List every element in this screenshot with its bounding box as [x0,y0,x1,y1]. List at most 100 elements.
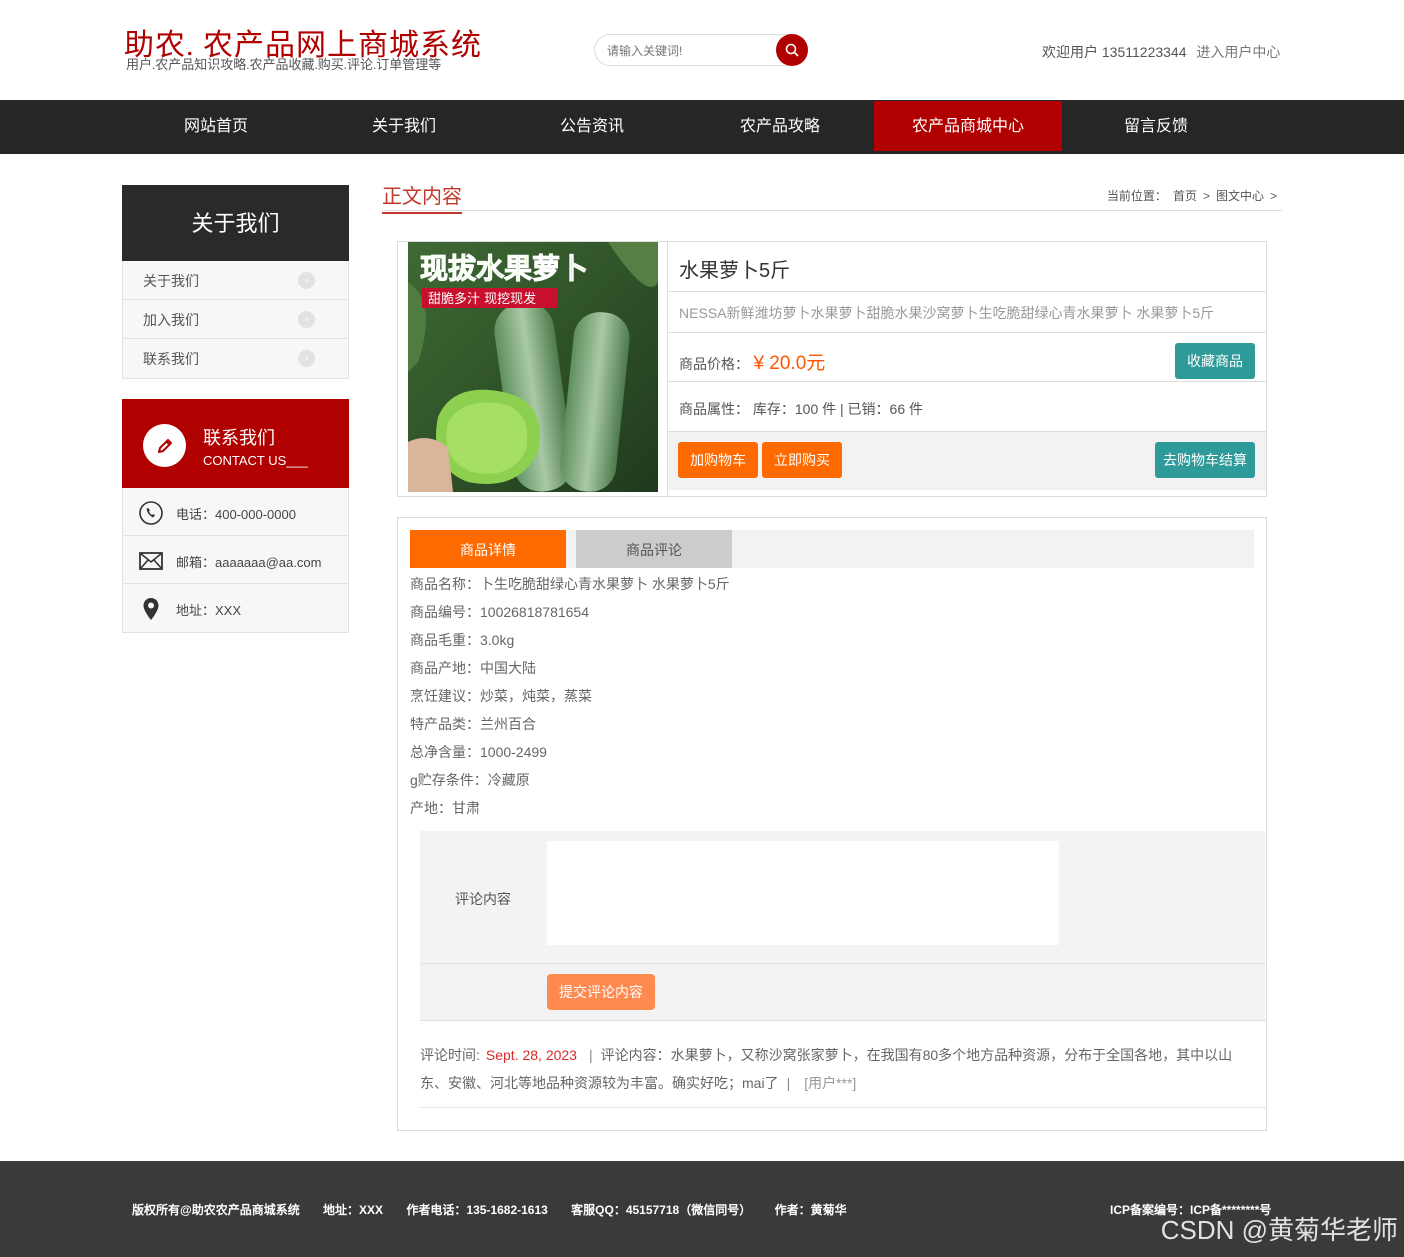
site-header: 助农. 农产品网上商城系统 用户.农产品知识攻略.农产品收藏.购买.评论.订单管… [0,0,1404,100]
attr-value: 库存：100 件 | 已销：66 件 [752,401,924,417]
product-price-row: 商品价格： ¥ 20.0元 收藏商品 [668,333,1266,382]
comment-divider [420,1107,1265,1108]
section-title: 正文内容 [382,180,462,214]
product-detail-panel: 商品详情 商品评论 商品名称：卜生吃脆甜绿心青水果萝卜 水果萝卜5斤 商品编号：… [397,517,1267,1131]
attr-label: 商品属性： [679,401,749,417]
buy-now-button[interactable]: 立即购买 [762,442,842,478]
search-box [594,34,808,66]
detail-item: 商品编号：10026818781654 [410,604,590,620]
contact-phone-text: 电话：400-000-0000 [176,507,296,522]
tab-bar: 商品详情 商品评论 [410,530,1254,568]
product-image-banner: 现拔水果萝卜 [420,252,588,285]
breadcrumb-prefix: 当前位置： [1106,189,1167,203]
product-attributes: 商品属性： 库存：100 件 | 已销：66 件 [668,382,1266,432]
mail-icon [138,549,164,573]
chevron-right-icon: › [298,311,315,328]
comment-date: Sept. 28, 2023 [485,1047,577,1063]
detail-list: 商品名称：卜生吃脆甜绿心青水果萝卜 水果萝卜5斤 商品编号：1002681878… [410,570,730,822]
detail-item: 商品产地：中国大陆 [410,660,536,676]
add-to-cart-button[interactable]: 加购物车 [678,442,758,478]
sidebar-item-label: 加入我们 [143,312,199,328]
product-name: 水果萝卜5斤 [668,242,1266,292]
chevron-right-icon: › [298,350,315,367]
nav-item-guides[interactable]: 农产品攻略 [686,100,874,154]
contact-email-text: 邮箱：aaaaaaa@aa.com [176,555,322,570]
product-image[interactable]: 现拔水果萝卜 甜脆多汁 现挖现发 [408,242,658,492]
search-input[interactable] [607,41,767,61]
nav-item-home[interactable]: 网站首页 [122,100,310,154]
main-nav: 网站首页 关于我们 公告资讯 农产品攻略 农产品商城中心 留言反馈 [0,100,1404,154]
site-footer: 版权所有@助农农产品商城系统 地址：XXX 作者电话：135-1682-1613… [0,1161,1404,1257]
detail-item: 商品毛重：3.0kg [410,632,515,648]
welcome-text: 欢迎用户 13511223344 [1042,44,1187,60]
detail-item: 总净含量：1000-2499 [410,744,547,760]
sidebar-title: 关于我们 [122,185,349,261]
tab-details[interactable]: 商品详情 [410,530,566,568]
detail-item: g贮存条件：冷藏原 [410,772,530,788]
breadcrumb-news[interactable]: 图文中心 [1216,189,1264,203]
detail-item: 烹饪建议：炒菜，炖菜，蒸菜 [410,688,592,704]
comment-textarea[interactable] [547,841,1059,945]
contact-list: 电话：400-000-0000 邮箱：aaaaaaa@aa.com 地址：XXX [122,488,349,633]
product-summary: 现拔水果萝卜 甜脆多汁 现挖现发 水果萝卜5斤 NESSA新鲜潍坊萝卜水果萝卜甜… [397,241,1267,497]
form-divider [420,1020,1265,1021]
product-price: ¥ 20.0元 [753,353,826,374]
nav-item-mall[interactable]: 农产品商城中心 [874,101,1062,151]
favorite-button[interactable]: 收藏商品 [1175,343,1255,379]
product-info: 水果萝卜5斤 NESSA新鲜潍坊萝卜水果萝卜甜脆水果沙窝萝卜生吃脆甜绿心青水果萝… [668,242,1266,496]
comment-item: 评论时间: Sept. 28, 2023 | 评论内容：水果萝卜，又称沙窝张家萝卜，在… [420,1041,1250,1097]
comment-user: [用户***] [804,1075,857,1091]
detail-item: 特产品类：兰州百合 [410,716,536,732]
location-pin-icon [138,597,164,621]
footer-author: 作者：黄菊华 [774,1203,847,1217]
comment-time-label: 评论时间: [420,1047,480,1063]
detail-item: 产地：甘肃 [410,800,480,816]
comment-form: 评论内容 提交评论内容 [420,831,1265,1021]
search-button[interactable] [776,34,808,66]
comment-input-row: 评论内容 [420,831,1265,964]
contact-title: 联系我们 [203,428,275,448]
sidebar-menu: 关于我们 › 加入我们 › 联系我们 › [122,261,349,379]
comment-separator: | [588,1047,593,1063]
sidebar-item-contact[interactable]: 联系我们 › [123,339,348,378]
price-label: 商品价格： [679,356,749,372]
contact-header: 联系我们 CONTACT US___ [122,399,349,488]
watermark: CSDN @黄菊华老师 [1160,1215,1398,1245]
user-center-link[interactable]: 进入用户中心 [1196,44,1280,60]
product-actions: 加购物车 立即购买 去购物车结算 [668,432,1266,490]
phone-icon [138,501,164,525]
sidebar-item-label: 关于我们 [143,273,199,289]
site-subtitle: 用户.农产品知识攻略.农产品收藏.购买.评论.订单管理等 [126,57,442,72]
search-icon [785,43,799,57]
tab-comments[interactable]: 商品评论 [576,530,732,568]
sidebar-item-about[interactable]: 关于我们 › [123,261,348,300]
chevron-right-icon: › [298,272,315,289]
comment-label: 评论内容 [455,891,511,907]
breadcrumb-separator: > [1202,189,1210,203]
nav-item-news[interactable]: 公告资讯 [498,100,686,154]
nav-item-feedback[interactable]: 留言反馈 [1062,100,1250,154]
sidebar-item-join[interactable]: 加入我们 › [123,300,348,339]
contact-address-text: 地址：XXX [176,603,242,618]
contact-address: 地址：XXX [123,584,348,632]
breadcrumb-separator: > [1269,189,1277,203]
checkout-button[interactable]: 去购物车结算 [1155,442,1255,478]
detail-item: 商品名称：卜生吃脆甜绿心青水果萝卜 水果萝卜5斤 [410,576,730,592]
breadcrumb-home[interactable]: 首页 [1173,189,1197,203]
footer-address: 地址：XXX [323,1203,384,1217]
user-welcome: 欢迎用户 13511223344 进入用户中心 [1042,42,1280,62]
footer-qq: 客服QQ：45157718（微信同号） [571,1203,752,1217]
contact-subtitle: CONTACT US___ [203,453,308,468]
submit-comment-button[interactable]: 提交评论内容 [547,974,655,1010]
product-image-tag: 甜脆多汁 现挖现发 [428,291,536,307]
footer-info: 版权所有@助农农产品商城系统 地址：XXX 作者电话：135-1682-1613… [132,1201,867,1218]
breadcrumb: 当前位置： 首页 > 图文中心 > [1104,187,1280,204]
nav-item-about[interactable]: 关于我们 [310,100,498,154]
footer-phone: 作者电话：135-1682-1613 [406,1203,548,1217]
edit-pencil-icon [143,424,186,467]
section-divider [382,210,1282,211]
footer-copyright: 版权所有@助农农产品商城系统 [132,1203,300,1217]
contact-email: 邮箱：aaaaaaa@aa.com [123,536,348,584]
sidebar-item-label: 联系我们 [143,351,199,367]
contact-phone: 电话：400-000-0000 [123,488,348,536]
